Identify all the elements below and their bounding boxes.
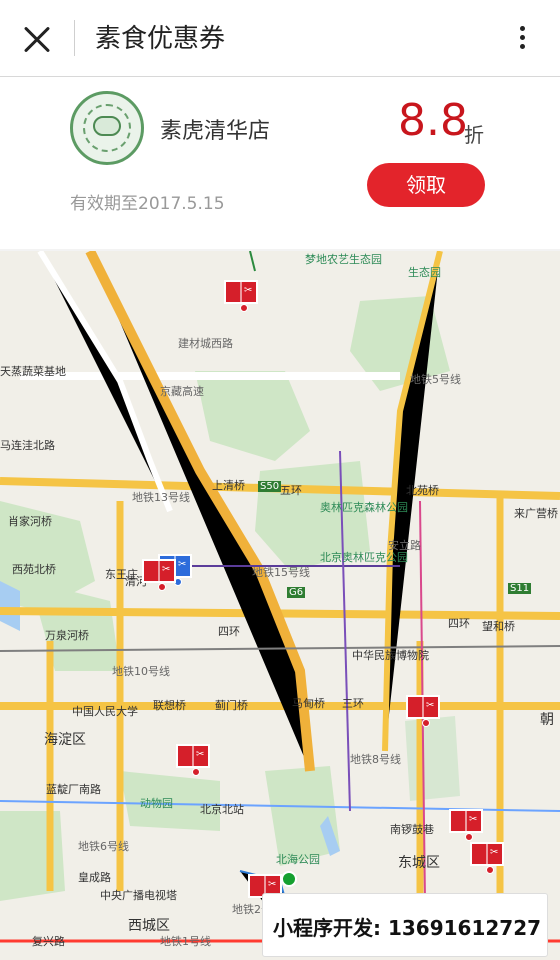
map-label: 马连洼北路 — [0, 439, 55, 452]
map-label: 奥林匹克森林公园 — [320, 501, 408, 514]
map-label: 三环 — [342, 697, 364, 710]
scissors-icon: ✂ — [196, 749, 205, 760]
map-label: 万泉河桥 — [45, 629, 89, 642]
map-label: 西苑北桥 — [12, 563, 56, 576]
more-icon[interactable] — [510, 22, 534, 56]
map-label: 联想桥 — [153, 699, 186, 712]
discount-unit: 折 — [464, 123, 484, 147]
map-label: 皇成路 — [78, 871, 111, 884]
map-label: 地铁1号线 — [160, 935, 211, 948]
promo-overlay: 小程序开发: 13691612727 — [262, 893, 548, 957]
close-icon[interactable] — [18, 20, 58, 60]
map-label: 地铁15号线 — [252, 566, 310, 579]
discount-value: 8.8 — [398, 95, 468, 146]
map-label: 南锣鼓巷 — [390, 823, 434, 836]
map-label: 中华民族博物院 — [352, 649, 429, 662]
map-label: 动物园 — [140, 797, 173, 810]
map-label: 望和桥 — [482, 620, 515, 633]
map-label: S50 — [258, 481, 282, 492]
coupon-marker[interactable]: ✂ — [449, 809, 483, 841]
map-label: 肖家河桥 — [8, 515, 52, 528]
map-label: 地铁8号线 — [350, 753, 401, 766]
scissors-icon: ✂ — [178, 559, 187, 570]
scissors-icon: ✂ — [469, 814, 478, 825]
map-label: 上清桥 — [212, 479, 245, 492]
map-view[interactable]: 梦地农艺生态园 生态园 建材城西路 京藏高速 东王庄 清河 上清桥 五环 北苑桥… — [0, 251, 560, 960]
map-label: 梦地农艺生态园 — [305, 253, 382, 266]
map-label: 安立路 — [388, 539, 421, 552]
map-label: 四环 — [218, 625, 240, 638]
map-label: G6 — [287, 587, 306, 598]
map-label: 西城区 — [128, 918, 170, 934]
coupon-marker[interactable]: ✂ — [406, 695, 440, 727]
scissors-icon: ✂ — [162, 564, 171, 575]
map-label: 海淀区 — [44, 732, 86, 748]
map-label: 中国人民大学 — [72, 705, 138, 718]
coupon-marker[interactable]: ✂ — [224, 280, 258, 312]
scissors-icon: ✂ — [244, 285, 253, 296]
map-label: 天蒸蔬菜基地 — [0, 365, 66, 378]
map-label: 来广营桥 — [514, 507, 558, 520]
coupon-marker[interactable]: ✂ — [470, 842, 504, 874]
coupon-marker[interactable]: ✂ — [142, 559, 176, 591]
map-label: 地铁5号线 — [410, 373, 461, 386]
map-label: 北海公园 — [276, 853, 320, 866]
map-label: 中央广播电视塔 — [100, 889, 177, 902]
title-bar: 素食优惠券 — [0, 0, 560, 77]
map-label: 五环 — [280, 484, 302, 497]
map-label: 生态园 — [408, 266, 441, 279]
map-label: 地铁13号线 — [132, 491, 190, 504]
map-label: 京藏高速 — [160, 385, 204, 398]
coupon-card: 素虎清华店 8.8 折 领取 有效期至2017.5.15 — [0, 77, 560, 249]
map-label: 北京北站 — [200, 803, 244, 816]
map-label: 地铁6号线 — [78, 840, 129, 853]
map-label: 蓟门桥 — [215, 699, 248, 712]
map-label: 北苑桥 — [406, 484, 439, 497]
map-label: 马甸桥 — [292, 697, 325, 710]
map-label: 复兴路 — [32, 935, 65, 948]
logo-tiger-face — [93, 116, 121, 136]
map-label: 地铁10号线 — [112, 665, 170, 678]
map-label: 蓝靛厂南路 — [46, 783, 101, 796]
scissors-icon: ✂ — [268, 879, 277, 890]
promo-text: 小程序开发: 13691612727 — [273, 916, 542, 940]
map-label: S11 — [508, 583, 532, 594]
scissors-icon: ✂ — [426, 700, 435, 711]
map-label: 四环 — [448, 617, 470, 630]
store-name: 素虎清华店 — [160, 119, 271, 144]
map-label: 朝 — [540, 712, 554, 728]
scissors-icon: ✂ — [490, 847, 499, 858]
map-label: 东城区 — [398, 855, 440, 871]
coupon-marker[interactable]: ✂ — [176, 744, 210, 776]
map-label: 建材城西路 — [178, 337, 233, 350]
validity-text: 有效期至2017.5.15 — [70, 194, 225, 214]
store-logo — [70, 91, 144, 165]
claim-button[interactable]: 领取 — [367, 163, 485, 207]
current-location-dot — [281, 871, 297, 887]
page-title: 素食优惠券 — [95, 24, 226, 54]
divider — [74, 20, 75, 56]
